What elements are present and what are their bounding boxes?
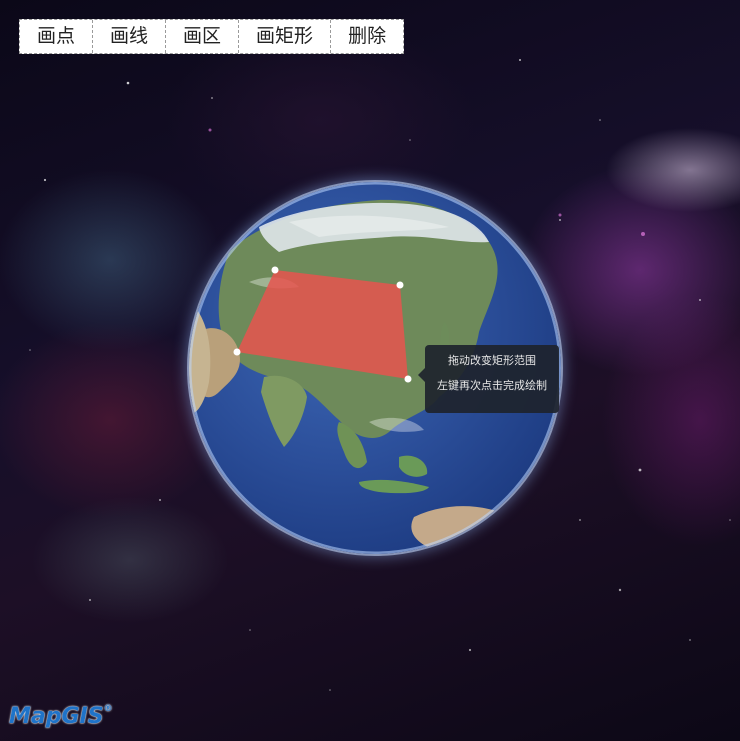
draw-polygon-button[interactable]: 画区 (166, 20, 240, 53)
draw-point-button[interactable]: 画点 (20, 20, 94, 53)
draw-line-button[interactable]: 画线 (93, 20, 167, 53)
india-landmass (261, 375, 307, 447)
rectangle-vertex-handle[interactable] (233, 348, 241, 356)
delete-button[interactable]: 删除 (331, 20, 403, 53)
tooltip-line-1: 拖动改变矩形范围 (448, 354, 536, 367)
rectangle-vertex-handle[interactable] (396, 281, 404, 289)
registered-mark: ® (103, 704, 113, 714)
mapgis-logo: MapGIS® (9, 704, 113, 729)
draw-toolbar: 画点 画线 画区 画矩形 删除 (19, 19, 405, 54)
rectangle-vertex-handle[interactable] (404, 375, 412, 383)
indonesia-islands (359, 479, 429, 494)
logo-text: MapGIS (9, 704, 104, 729)
tooltip-line-2: 左键再次点击完成绘制 (437, 379, 547, 392)
draw-rectangle-button[interactable]: 画矩形 (239, 20, 332, 53)
rectangle-vertex-handle[interactable] (271, 266, 279, 274)
borneo-island (399, 455, 428, 477)
draw-hint-tooltip: 拖动改变矩形范围 左键再次点击完成绘制 (418, 345, 559, 413)
